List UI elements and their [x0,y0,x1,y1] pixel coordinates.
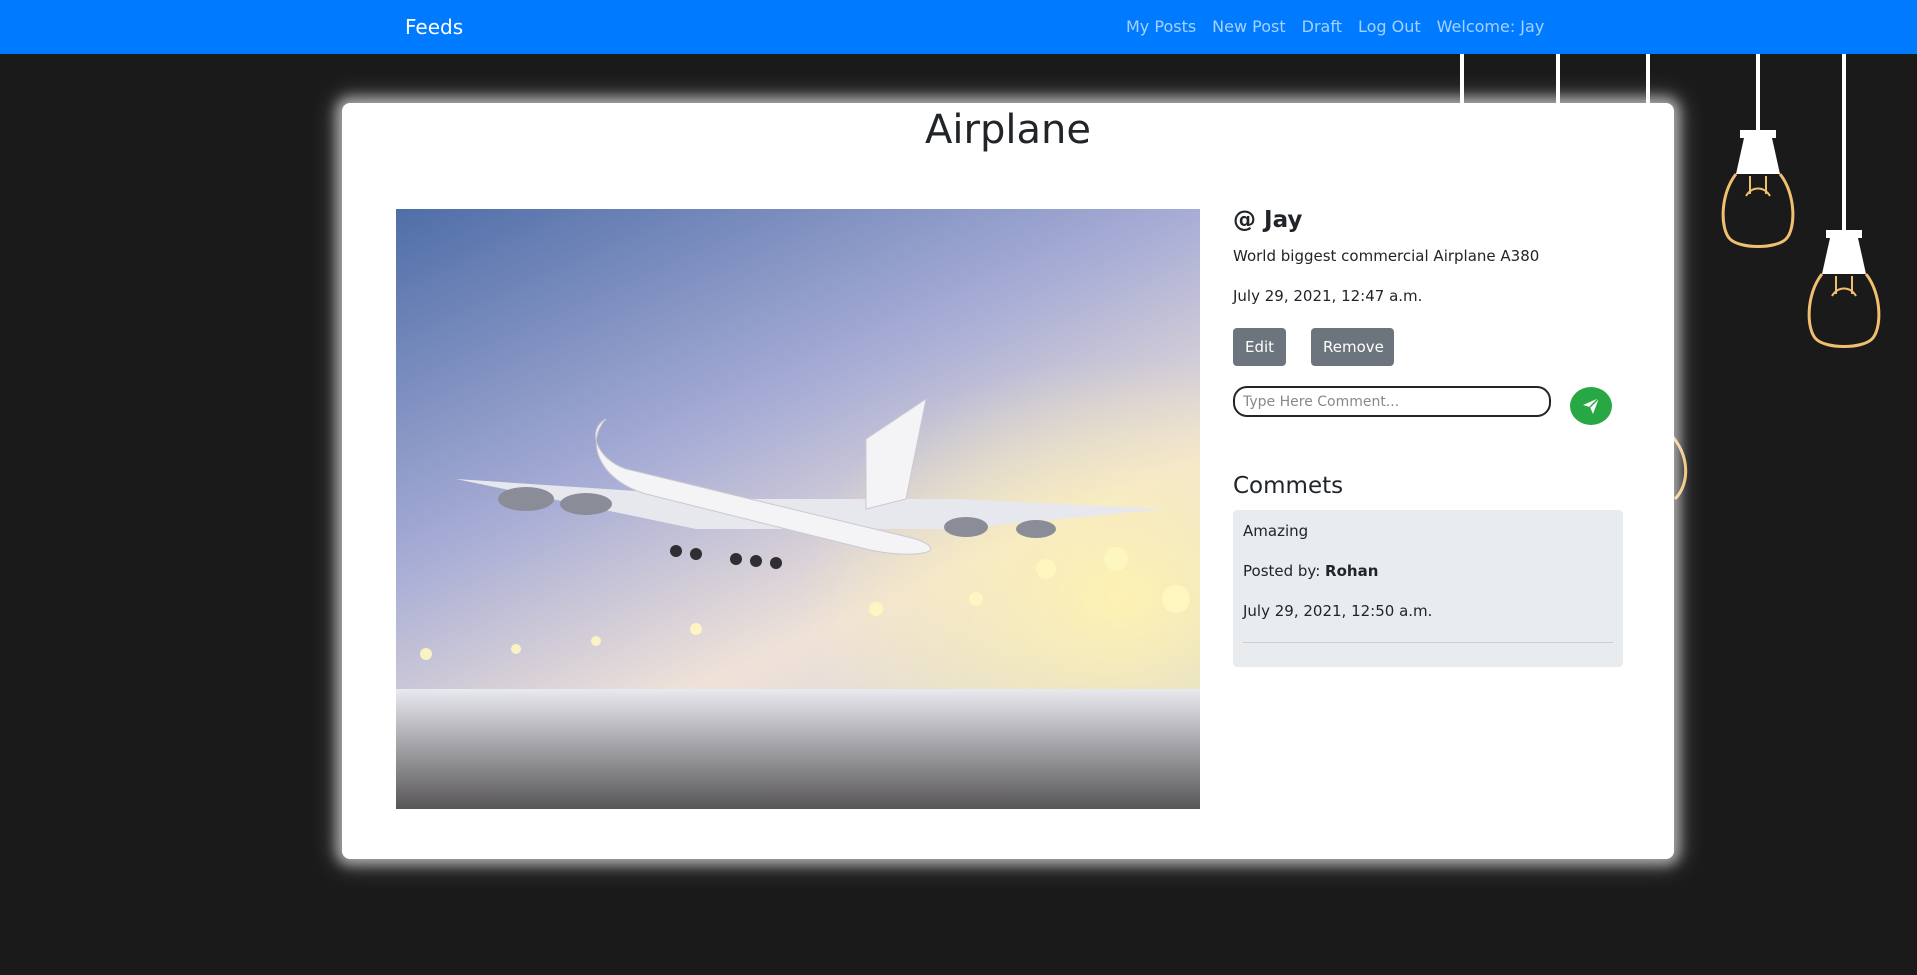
nav-links: My Posts New Post Draft Log Out Welcome:… [1126,17,1552,36]
brand-link[interactable]: Feeds [405,15,463,39]
bulb-icon [1807,230,1881,348]
nav-my-posts-link[interactable]: My Posts [1126,17,1204,36]
comment-input[interactable] [1233,386,1551,417]
post-image [396,209,1200,809]
send-comment-button[interactable] [1570,387,1612,425]
nav-draft-link[interactable]: Draft [1294,17,1350,36]
posted-by-label: Posted by: [1243,562,1321,580]
comment-text: Amazing [1243,522,1309,540]
comment-divider [1243,642,1613,643]
nav-new-post-link[interactable]: New Post [1204,17,1293,36]
comment-author: Rohan [1325,562,1379,580]
post-description: World biggest commercial Airplane A380 [1233,247,1540,265]
post-date: July 29, 2021, 12:47 a.m. [1233,287,1423,305]
send-icon [1583,397,1600,414]
comment-posted-by: Posted by: Rohan [1243,562,1378,580]
comment-date: July 29, 2021, 12:50 a.m. [1243,602,1433,620]
bulb-icon [1721,130,1795,248]
comments-list: Amazing Posted by: Rohan July 29, 2021, … [1233,510,1623,667]
airplane-photo [396,209,1200,809]
comments-heading: Commets [1233,473,1344,499]
remove-button[interactable]: Remove [1311,328,1394,366]
edit-button[interactable]: Edit [1233,328,1286,366]
post-author: @ Jay [1233,207,1303,233]
welcome-text: Welcome: Jay [1436,17,1545,36]
nav-logout-link[interactable]: Log Out [1350,17,1429,36]
top-navbar: Feeds My Posts New Post Draft Log Out We… [0,0,1917,54]
post-card: Airplane @ Jay World biggest commercial … [342,103,1674,859]
post-title: Airplane [925,107,1091,153]
